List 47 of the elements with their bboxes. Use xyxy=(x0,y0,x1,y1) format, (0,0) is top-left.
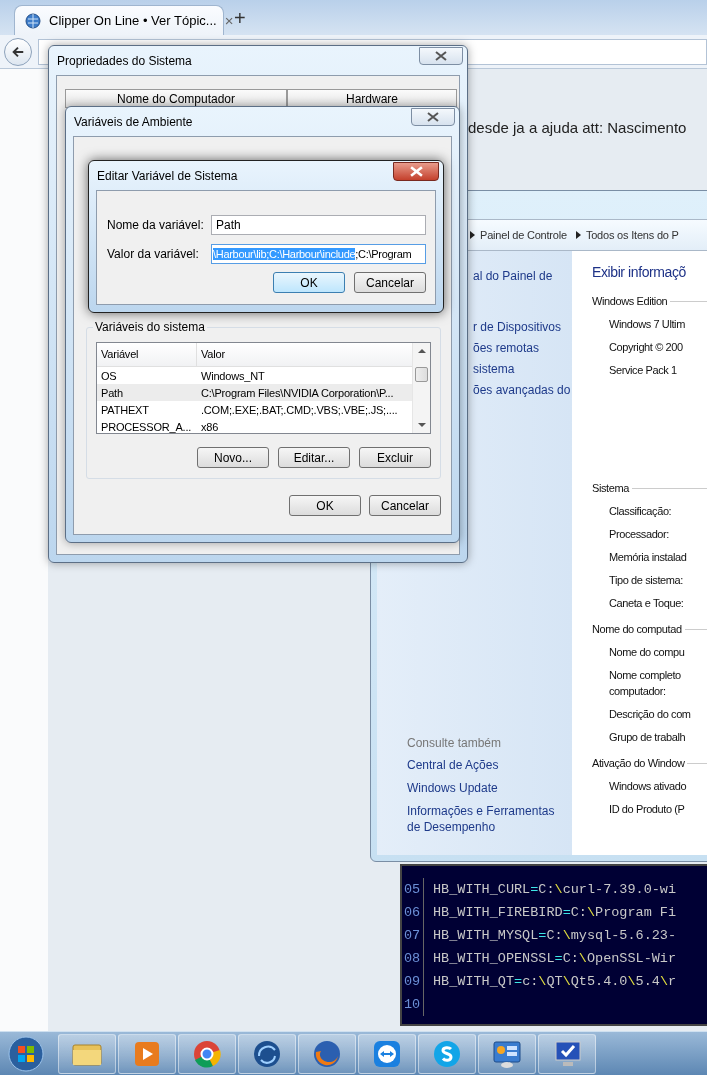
window-title: Propriedades do Sistema xyxy=(57,54,192,68)
forum-post-text: desde ja a ajuda att: Nascimento xyxy=(468,119,687,136)
info-label: Tipo de sistema: xyxy=(608,573,684,588)
variable-value: C:\Program Files\NVIDIA Corporation\P... xyxy=(200,386,394,399)
window-title: Variáveis de Ambiente xyxy=(74,115,193,129)
info-label: Windows 7 Ultim xyxy=(608,317,686,332)
variable-name: OS xyxy=(100,369,118,382)
field-label: Valor da variável: xyxy=(107,246,200,261)
line-number: 09 xyxy=(402,970,424,993)
code-line: HB_WITH_FIREBIRD=C:\Program Fi xyxy=(433,905,677,920)
info-label: Caneta e Toque: xyxy=(608,596,685,611)
info-label: Nome do compu xyxy=(608,645,686,660)
info-label: Service Pack 1 xyxy=(608,363,678,378)
section-title: Ativação do Window xyxy=(592,756,685,771)
line-number: 07 xyxy=(402,924,424,947)
section-title: Nome do computad xyxy=(592,622,682,637)
variable-name: PATHEXT xyxy=(100,403,150,416)
page-heading: Exibir informaçõ xyxy=(592,263,687,282)
window-title: Editar Variável de Sistema xyxy=(97,169,238,183)
line-number: 05 xyxy=(402,878,424,901)
line-number: 06 xyxy=(402,901,424,924)
variable-value: .COM;.EXE;.BAT;.CMD;.VBS;.VBE;.JS;.... xyxy=(200,403,398,416)
section-title: Sistema xyxy=(592,481,629,496)
code-line: HB_WITH_OPENSSL=C:\OpenSSL-Wir xyxy=(433,951,677,966)
variable-value: x86 xyxy=(200,420,219,433)
info-label: ID do Produto (P xyxy=(608,802,686,817)
code-line: HB_WITH_MYSQL=C:\mysql-5.6.23- xyxy=(433,928,677,943)
info-label: Classificação: xyxy=(608,504,673,519)
info-label: Windows ativado xyxy=(608,779,688,794)
variable-name: Path xyxy=(100,386,124,399)
group-title: Variáveis do sistema xyxy=(93,320,207,334)
section-title: Windows Edition xyxy=(592,294,668,309)
info-label: Grupo de trabalh xyxy=(608,730,687,745)
field-label: Nome da variável: xyxy=(107,217,205,232)
info-label: Memória instalad xyxy=(608,550,688,565)
variable-value: Windows_NT xyxy=(200,369,265,382)
info-label: Nome completo computador: xyxy=(608,668,682,699)
variable-name: PROCESSOR_A... xyxy=(100,420,193,433)
info-label: Processador: xyxy=(608,527,670,542)
code-line: HB_WITH_CURL=C:\curl-7.39.0-wi xyxy=(433,882,677,897)
see-also-heading: Consulte também xyxy=(407,736,503,750)
line-number: 08 xyxy=(402,947,424,970)
info-label: Copyright © 200 xyxy=(608,340,684,355)
tab-title: Clipper On Line • Ver Tópic... xyxy=(49,13,217,28)
line-number: 10 xyxy=(402,993,424,1016)
info-label: Descrição do com xyxy=(608,707,692,722)
code-line: HB_WITH_QT=c:\QT\Qt5.4.0\5.4\r xyxy=(433,974,677,989)
